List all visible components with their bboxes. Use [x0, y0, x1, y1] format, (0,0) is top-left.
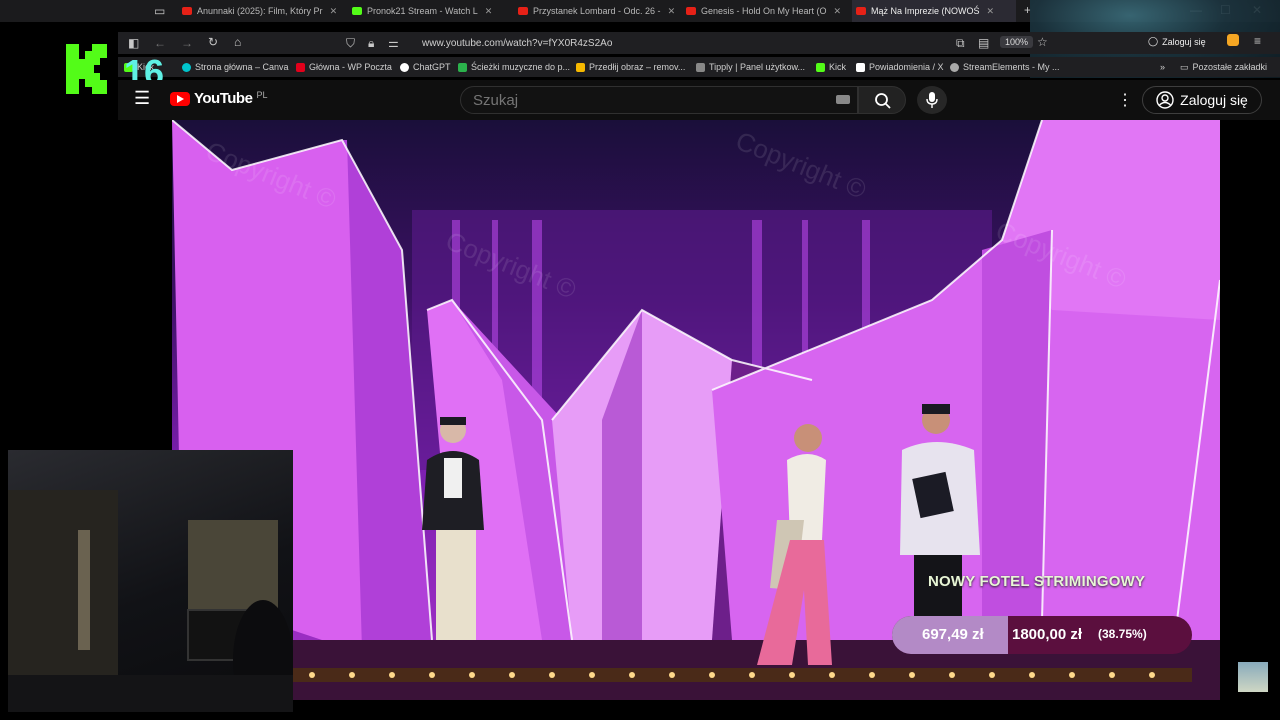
donation-goal-bar: 697,49 zł 1800,00 zł (38.75%)	[892, 616, 1192, 654]
more-bookmarks-icon[interactable]: »	[1160, 57, 1165, 77]
kick-icon	[816, 62, 825, 72]
tab-title: Pronok21 Stream - Watch L	[367, 6, 478, 16]
reader-mode-icon[interactable]: ▤	[978, 36, 989, 50]
close-tab-icon[interactable]: ✕	[834, 6, 842, 17]
user-icon	[1156, 91, 1174, 109]
microphone-icon	[926, 92, 938, 108]
back-icon[interactable]: ←	[154, 36, 166, 50]
other-bookmarks-label: Pozostałe zakładki	[1192, 62, 1268, 72]
bookmark-item[interactable]: Strona główna – Canva	[182, 57, 289, 77]
tab-list-icon[interactable]: ▭	[154, 4, 165, 18]
account-icon: ◯	[1148, 36, 1159, 46]
bookmark-item[interactable]: Ścieżki muzyczne do p...	[458, 57, 570, 77]
browser-nav-bar	[118, 32, 1280, 54]
login-button[interactable]: Zaloguj się	[1142, 86, 1262, 114]
bookmark-item[interactable]: Kick	[816, 57, 846, 77]
bookmark-item[interactable]: ChatGPT	[400, 57, 451, 77]
login-label: Zaloguj się	[1180, 92, 1248, 108]
image-icon	[576, 62, 585, 72]
music-icon	[458, 62, 467, 72]
close-tab-icon[interactable]: ✕	[987, 6, 995, 17]
donation-percent: (38.75%)	[1098, 627, 1147, 641]
menu-icon[interactable]: ≡	[1254, 34, 1261, 48]
youtube-wordmark: YouTube	[194, 90, 253, 107]
account-button[interactable]: ◯ Zaloguj się	[1148, 36, 1206, 47]
bookmark-label: Ścieżki muzyczne do p...	[471, 62, 571, 72]
kick-favicon-icon	[352, 7, 362, 15]
bookmark-label: Przedłij obraz – remov...	[589, 62, 686, 72]
donation-current-amount: 697,49 zł	[922, 626, 984, 643]
bookmark-label: StreamElements - My ...	[963, 62, 1060, 72]
youtube-favicon-icon	[686, 7, 696, 15]
donation-target-amount: 1800,00 zł	[1012, 626, 1083, 643]
bookmark-star-icon[interactable]: ☆	[1037, 35, 1048, 49]
youtube-country: PL	[256, 89, 268, 100]
close-tab-icon[interactable]: ✕	[668, 6, 676, 17]
streamelements-icon	[950, 62, 959, 72]
screenshot-icon[interactable]: ⧉	[956, 36, 965, 51]
home-icon[interactable]: ⌂	[234, 35, 241, 49]
video-player[interactable]: Copyright © Copyright © Copyright © Copy…	[172, 120, 1220, 700]
voice-search-button[interactable]	[917, 86, 947, 114]
bookmark-item[interactable]: Przedłij obraz – remov...	[576, 57, 685, 77]
search-input[interactable]	[460, 86, 858, 114]
account-label: Zaloguj się	[1162, 36, 1206, 47]
webcam-overlay	[8, 450, 293, 712]
tipply-icon	[696, 62, 705, 72]
tab-title: Przystanek Lombard - Odc. 26 -	[533, 6, 661, 16]
streamer-avatar	[1238, 662, 1268, 692]
youtube-favicon-icon	[856, 7, 866, 15]
bookmarks-bar: Kick Strona główna – Canva Główna - WP P…	[118, 57, 1280, 77]
bookmark-label: Tipply | Panel użytkow...	[709, 62, 806, 72]
chatgpt-icon	[400, 62, 409, 72]
webcam-scene	[8, 490, 293, 712]
tab-title: Genesis - Hold On My Heart (O	[701, 6, 827, 16]
extension-icon[interactable]	[1227, 34, 1239, 46]
bookmark-item[interactable]: Główna - WP Poczta	[296, 57, 392, 77]
x-icon	[856, 62, 865, 72]
bookmark-label: Strona główna – Canva	[195, 62, 289, 72]
sidebar-toggle-icon[interactable]: ◧	[128, 36, 139, 50]
youtube-favicon-icon	[518, 7, 528, 15]
search-button[interactable]	[858, 86, 906, 114]
bookmark-item[interactable]: StreamElements - My ...	[950, 57, 1060, 77]
browser-tab[interactable]: Anunnaki (2025): Film, Który Pr ✕	[182, 0, 342, 22]
browser-tab[interactable]: Pronok21 Stream - Watch L ✕	[352, 0, 507, 22]
close-tab-icon[interactable]: ✕	[330, 6, 338, 17]
browser-tab[interactable]: Przystanek Lombard - Odc. 26 - ✕	[518, 0, 678, 22]
wp-icon	[296, 62, 305, 72]
bookmark-label: ChatGPT	[413, 62, 451, 72]
url-bar[interactable]: www.youtube.com/watch?v=fYX0R4zS2Ao	[422, 38, 612, 49]
folder-icon: ▭	[1180, 61, 1189, 72]
other-bookmarks[interactable]: ▭ Pozostałe zakładki	[1180, 57, 1267, 77]
shield-icon[interactable]: ⛉	[346, 36, 355, 51]
tab-title: Anunnaki (2025): Film, Który Pr	[197, 6, 323, 16]
close-tab-icon[interactable]: ✕	[485, 6, 493, 17]
hamburger-menu-icon[interactable]: ☰	[134, 88, 150, 109]
keyboard-icon[interactable]	[836, 95, 850, 104]
forward-icon[interactable]: →	[181, 36, 193, 50]
reload-icon[interactable]: ↻	[208, 35, 218, 49]
more-options-icon[interactable]: ⋮	[1117, 90, 1133, 110]
bookmark-label: Główna - WP Poczta	[309, 62, 392, 72]
browser-tab[interactable]: Genesis - Hold On My Heart (O ✕	[686, 0, 846, 22]
permissions-icon[interactable]: ⚌	[388, 36, 399, 50]
donation-goal-title: NOWY FOTEL STRIMINGOWY	[928, 573, 1146, 590]
bookmark-label: Kick	[829, 62, 847, 72]
bookmark-label: Powiadomienia / X	[869, 62, 944, 72]
tab-title: Mąż Na Imprezie (NOWOŚ	[871, 6, 980, 16]
search-icon	[875, 93, 891, 109]
youtube-logo[interactable]: YouTube PL	[170, 90, 267, 107]
bookmark-item[interactable]: Powiadomienia / X	[856, 57, 944, 77]
lock-icon: 🔒︎	[368, 36, 375, 50]
kick-logo	[66, 44, 107, 94]
youtube-play-icon	[170, 91, 190, 106]
bookmark-item[interactable]: Tipply | Panel użytkow...	[696, 57, 805, 77]
browser-tab-active[interactable]: Mąż Na Imprezie (NOWOŚ ✕	[852, 0, 1016, 22]
zoom-level[interactable]: 100%	[1000, 36, 1034, 48]
canva-icon	[182, 62, 191, 72]
youtube-favicon-icon	[182, 7, 192, 15]
